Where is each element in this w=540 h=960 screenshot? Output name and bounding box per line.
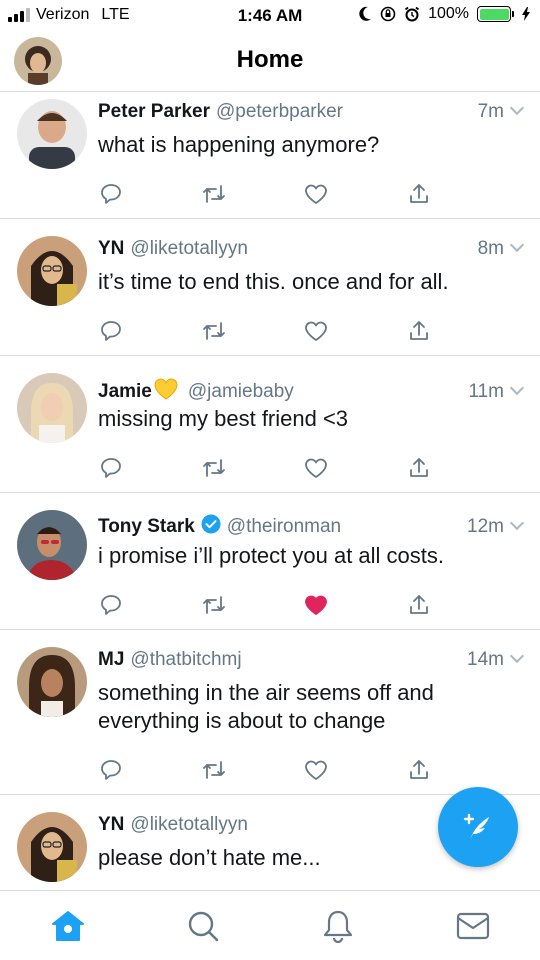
tweet[interactable]: MJ @thatbitchmj 14m something in the air…	[0, 630, 540, 795]
tweet-timestamp: 11m	[468, 381, 504, 402]
reply-icon[interactable]	[98, 757, 124, 783]
home-icon	[51, 910, 84, 941]
avatar[interactable]	[17, 236, 87, 306]
avatar[interactable]	[17, 647, 87, 717]
tweet-text: something in the air seems off and every…	[98, 680, 434, 733]
chevron-down-icon[interactable]	[509, 237, 525, 253]
alarm-icon	[405, 6, 420, 22]
rotation-lock-icon	[380, 6, 396, 22]
like-icon[interactable]	[303, 181, 329, 207]
chevron-down-icon[interactable]	[509, 100, 525, 116]
tweet-text: missing my best friend <3	[98, 406, 349, 431]
retweet-icon[interactable]	[201, 455, 227, 481]
page-title: Home	[236, 46, 304, 73]
tweet-timestamp: 12m	[467, 516, 504, 537]
tweet-author-handle[interactable]: @jamiebaby	[188, 381, 294, 403]
tweet-author-handle[interactable]: @liketotallyyn	[130, 814, 248, 836]
tab-messages[interactable]	[443, 896, 503, 956]
profile-avatar[interactable]	[14, 37, 62, 85]
tweet-author-name[interactable]: YN	[98, 814, 124, 836]
share-icon[interactable]	[406, 318, 432, 344]
tweet-author-name[interactable]: Jamie	[98, 381, 152, 403]
status-bar: Verizon LTE 1:46 AM 100%	[0, 0, 540, 32]
tweet[interactable]: Peter Parker @peterbparker 7m what is ha…	[0, 93, 540, 219]
tweet-text: what is happening anymore?	[98, 132, 380, 157]
avatar[interactable]	[17, 812, 87, 882]
avatar[interactable]	[17, 510, 87, 580]
yellow-heart-icon	[154, 378, 178, 400]
retweet-icon[interactable]	[201, 318, 227, 344]
like-icon[interactable]	[303, 455, 329, 481]
chevron-down-icon[interactable]	[509, 515, 525, 531]
compose-tweet-button[interactable]	[438, 787, 518, 867]
tweet[interactable]: YN @liketotallyyn 8m it’s time to end th…	[0, 219, 540, 356]
search-icon	[188, 911, 218, 941]
retweet-icon[interactable]	[201, 757, 227, 783]
share-icon[interactable]	[406, 455, 432, 481]
chevron-down-icon[interactable]	[509, 380, 525, 396]
battery-icon	[477, 6, 514, 22]
retweet-icon[interactable]	[201, 181, 227, 207]
nav-header: Home	[0, 32, 540, 92]
reply-icon[interactable]	[98, 455, 124, 481]
chevron-down-icon[interactable]	[509, 648, 525, 664]
tweet-author-name[interactable]: MJ	[98, 649, 124, 671]
tweet-author-name[interactable]: Tony Stark	[98, 516, 195, 538]
tweet-timestamp: 7m	[477, 101, 504, 122]
tweet[interactable]: Tony Stark @theironman 12m i promise i’l…	[0, 493, 540, 630]
charging-bolt-icon	[522, 7, 530, 21]
timeline-feed[interactable]: Peter Parker @peterbparker 7m what is ha…	[0, 93, 540, 890]
compose-tweet-icon	[463, 813, 489, 839]
tab-notifications[interactable]	[308, 896, 368, 956]
reply-icon[interactable]	[98, 592, 124, 618]
tweet-text: it’s time to end this. once and for all.	[98, 269, 449, 294]
tweet-text: i promise i’ll protect you at all costs.	[98, 543, 445, 568]
like-icon[interactable]	[303, 757, 329, 783]
share-icon[interactable]	[406, 757, 432, 783]
tab-search[interactable]	[173, 896, 233, 956]
like-icon[interactable]	[303, 318, 329, 344]
tweet-author-name[interactable]: Peter Parker	[98, 101, 210, 123]
tweet-author-handle[interactable]: @thatbitchmj	[130, 649, 241, 671]
tweet[interactable]: Jamie @jamiebaby 11m missing my best fri…	[0, 356, 540, 493]
reply-icon[interactable]	[98, 318, 124, 344]
avatar[interactable]	[17, 99, 87, 169]
moon-icon	[359, 6, 372, 21]
reply-icon[interactable]	[98, 181, 124, 207]
tab-home[interactable]	[38, 896, 98, 956]
avatar[interactable]	[17, 373, 87, 443]
share-icon[interactable]	[406, 592, 432, 618]
like-icon-active[interactable]	[303, 592, 329, 618]
notifications-icon	[323, 910, 352, 943]
retweet-icon[interactable]	[201, 592, 227, 618]
tweet-author-handle[interactable]: @liketotallyyn	[130, 238, 248, 260]
tab-bar	[0, 890, 540, 960]
tweet-timestamp: 8m	[477, 238, 504, 259]
tweet-author-handle[interactable]: @peterbparker	[216, 101, 343, 123]
share-icon[interactable]	[406, 181, 432, 207]
battery-percent: 100%	[428, 5, 469, 22]
tweet-author-handle[interactable]: @theironman	[227, 516, 341, 538]
tweet-timestamp: 14m	[467, 649, 504, 670]
verified-badge-icon	[201, 514, 221, 534]
tweet-author-name[interactable]: YN	[98, 238, 124, 260]
messages-icon	[456, 912, 489, 939]
